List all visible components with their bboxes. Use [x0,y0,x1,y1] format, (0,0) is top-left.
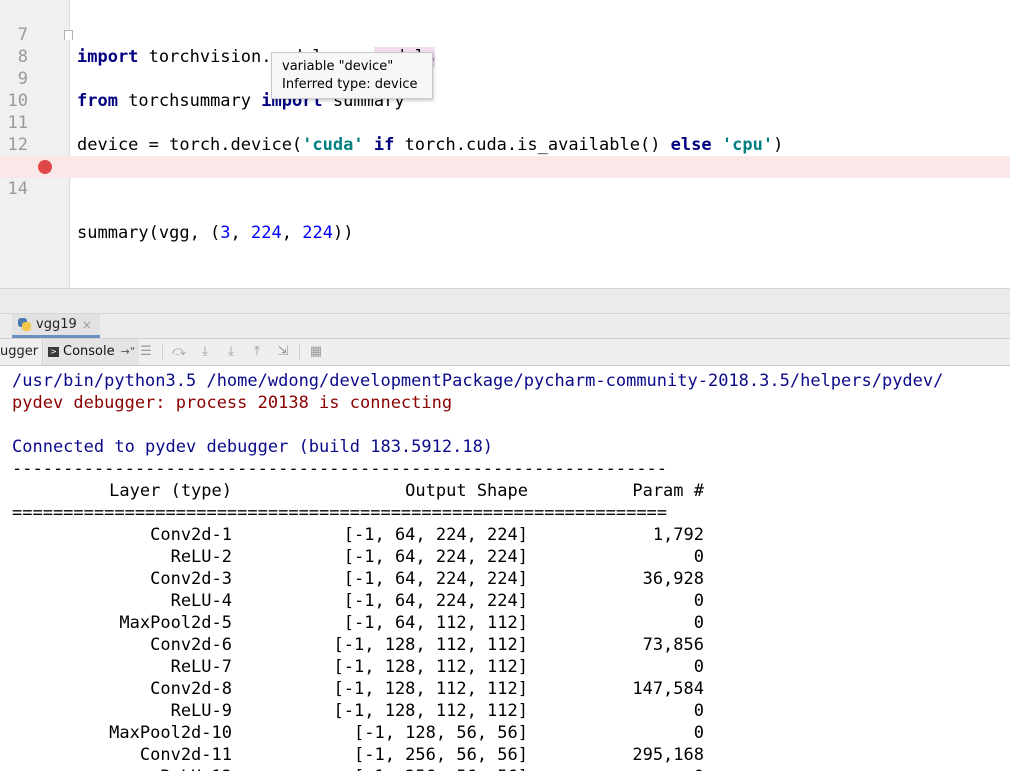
console-connecting-line: pydev debugger: process 20138 is connect… [12,393,453,413]
menu-icon[interactable]: ☰ [138,344,154,360]
param-cell: 0 [694,766,704,771]
shape-cell: [-1, 128, 112, 112] [333,679,528,699]
shape-cell: [-1, 64, 224, 224] [343,525,528,545]
summary-header-row: Layer (type) Output Shape Param # [0,480,1010,502]
console-command-line: /usr/bin/python3.5 /home/wdong/developme… [12,371,944,391]
summary-table-row: Conv2d-1 [-1, 64, 224, 224] 1,792 [0,524,1010,546]
header-param: Param # [632,481,704,501]
step-into-my-code-icon[interactable]: ⤓ [223,344,239,360]
code-editor[interactable]: 7 import torchvision.models as models 8 … [0,0,1010,288]
summary-table-row: Conv2d-8 [-1, 128, 112, 112] 147,584 [0,678,1010,700]
tooltip-variable: variable "device" [282,59,394,74]
tab-debugger[interactable]: ugger [0,339,44,365]
tab-label: vgg19 [36,316,77,332]
code-line-10[interactable]: 10 [0,68,1010,112]
layer-cell: Conv2d-6 [150,635,232,655]
step-over-icon[interactable]: ⤼ [171,344,187,360]
summary-table-row: ReLU-12 [-1, 256, 56, 56] 0 [0,766,1010,771]
layer-cell: ReLU-2 [170,547,232,567]
param-cell: 0 [693,591,704,611]
shape-cell: [-1, 128, 112, 112] [333,657,528,677]
layer-cell: Conv2d-11 [139,745,232,765]
layer-cell: MaxPool2d-5 [119,613,232,633]
breakpoint-icon[interactable] [38,160,52,174]
layer-cell: Conv2d-8 [150,679,232,699]
summary-table-row: ReLU-4 [-1, 64, 224, 224] 0 [0,590,1010,612]
console-tab-label: Console [63,344,115,359]
shape-cell: [-1, 64, 112, 112] [343,613,528,633]
summary-table-row: ReLU-9 [-1, 128, 112, 112] 0 [0,700,1010,722]
param-cell: 1,792 [652,525,704,545]
layer-cell: MaxPool2d-10 [109,723,232,743]
code-line-13[interactable]: 13 [0,134,1010,178]
code-line-8[interactable]: 8 from torchsummary import summary [0,24,1010,111]
summary-table-row: MaxPool2d-5 [-1, 64, 112, 112] 0 [0,612,1010,634]
param-cell: 295,168 [632,745,704,765]
param-cell: 0 [693,613,704,633]
summary-eq-rule: ========================================… [12,503,668,523]
summary-table-row: Conv2d-3 [-1, 64, 224, 224] 36,928 [0,568,1010,590]
summary-table-row: ReLU-7 [-1, 128, 112, 112] 0 [0,656,1010,678]
shape-cell: [-1, 128, 56, 56] [354,723,528,743]
console-output[interactable]: /usr/bin/python3.5 /home/wdong/developme… [0,366,1010,771]
header-layer: Layer (type) [109,481,232,501]
step-into-icon[interactable]: ⤓ [197,344,213,360]
shape-cell: [-1, 256, 56, 56] [354,766,528,771]
shape-cell: [-1, 64, 224, 224] [343,591,528,611]
code-line-11[interactable]: 11 device = torch.device('cuda' if torch… [0,90,1010,155]
code-line-14[interactable]: 14 summary(vgg, (3, 224, 224)) [0,156,1010,243]
layer-cell: Conv2d-3 [150,569,232,589]
shape-cell: [-1, 64, 224, 224] [343,547,528,567]
fold-marker-icon[interactable] [64,30,73,40]
summary-table-row: Conv2d-6 [-1, 128, 112, 112] 73,856 [0,634,1010,656]
python-icon [18,318,31,331]
debug-toolbar: ugger > Console →" ☰ ⤼ ⤓ ⤓ ⤒ ⇲ ▦ [0,339,1010,366]
panel-splitter[interactable] [0,288,1010,314]
type-hint-tooltip: variable "device" Inferred type: device [271,52,433,99]
pin-tab-icon[interactable]: →" [121,339,135,365]
code-line-7[interactable]: 7 import torchvision.models as models [0,2,1010,67]
summary-table-row: MaxPool2d-10 [-1, 128, 56, 56] 0 [0,722,1010,744]
tooltip-inferred-type: Inferred type: device [282,77,418,92]
layer-cell: Conv2d-1 [150,525,232,545]
shape-cell: [-1, 128, 112, 112] [333,701,528,721]
layer-cell: ReLU-9 [170,701,232,721]
shape-cell: [-1, 64, 224, 224] [343,569,528,589]
summary-dash-rule: ----------------------------------------… [12,459,668,479]
param-cell: 0 [693,723,704,743]
layer-cell: ReLU-12 [160,766,232,771]
console-connected-line: Connected to pydev debugger (build 183.5… [12,437,494,457]
summary-table-row: Conv2d-11 [-1, 256, 56, 56] 295,168 [0,744,1010,766]
layer-cell: ReLU-7 [170,657,232,677]
param-cell: 147,584 [632,679,704,699]
layer-cell: ReLU-4 [170,591,232,611]
line-number: 14 [0,178,28,200]
step-out-icon[interactable]: ⤒ [249,344,265,360]
header-shape: Output Shape [405,481,528,501]
param-cell: 36,928 [642,569,704,589]
code-line-9[interactable]: 9 [0,46,1010,90]
param-cell: 0 [693,547,704,567]
param-cell: 0 [693,657,704,677]
run-to-cursor-icon[interactable]: ⇲ [275,344,291,360]
console-icon: > [48,347,59,357]
tab-console[interactable]: > Console →" [44,339,139,365]
shape-cell: [-1, 128, 112, 112] [333,635,528,655]
evaluate-expression-icon[interactable]: ▦ [308,344,324,360]
tab-vgg19[interactable]: vgg19 × [12,314,100,338]
param-cell: 0 [693,701,704,721]
code-text: summary(vgg, (3, 224, 224)) [77,223,354,243]
param-cell: 73,856 [642,635,704,655]
shape-cell: [-1, 256, 56, 56] [354,745,528,765]
run-tab-bar: vgg19 × [0,314,1010,339]
summary-table-row: ReLU-2 [-1, 64, 224, 224] 0 [0,546,1010,568]
close-icon[interactable]: × [82,314,92,336]
code-line-12[interactable]: 12 vgg = models.vgg19().to(device) [0,112,1010,177]
